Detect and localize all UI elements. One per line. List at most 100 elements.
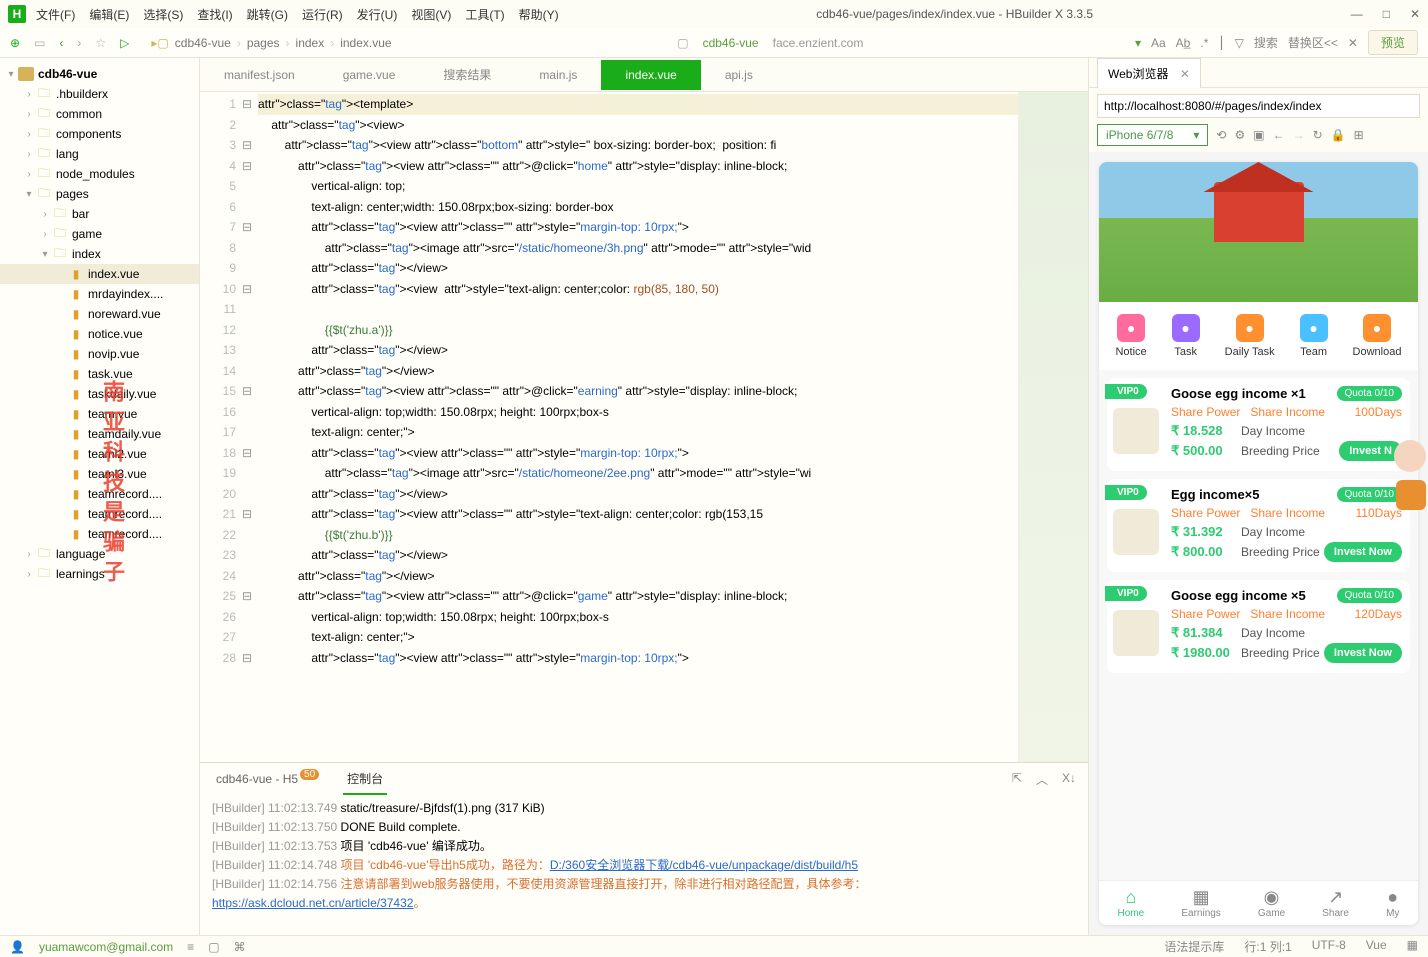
grid-icon[interactable]: ⊞: [1354, 128, 1364, 142]
tree-item[interactable]: ▮teamrecord....: [0, 504, 199, 524]
app-banner[interactable]: [1099, 162, 1418, 302]
syntax-hint[interactable]: 语法提示库: [1164, 938, 1224, 955]
crumb[interactable]: index.vue: [340, 36, 391, 50]
nav-item[interactable]: ▦Earnings: [1181, 887, 1220, 919]
app-menu-item[interactable]: ●Task: [1172, 314, 1200, 358]
preview-button[interactable]: 预览: [1368, 30, 1418, 55]
menu-item[interactable]: 查找(I): [197, 6, 232, 23]
tree-item[interactable]: ▮notice.vue: [0, 324, 199, 344]
url-input[interactable]: [1097, 94, 1420, 118]
tree-item[interactable]: ›🗀common: [0, 104, 199, 124]
ab-icon[interactable]: Ab̲: [1176, 36, 1191, 50]
maximize-icon[interactable]: □: [1383, 7, 1390, 21]
close-search-icon[interactable]: ✕: [1348, 36, 1358, 50]
forward-icon[interactable]: ›: [77, 36, 81, 50]
chevron-down-icon[interactable]: ▾: [1135, 36, 1141, 50]
code-editor[interactable]: 1234567891011121314151617181920212223242…: [200, 92, 1088, 762]
menu-item[interactable]: 视图(V): [411, 6, 451, 23]
share-power[interactable]: Share Power: [1171, 405, 1240, 419]
support-avatar[interactable]: [1394, 440, 1418, 472]
terminal-icon[interactable]: ⌘: [234, 940, 246, 954]
editor-tab[interactable]: manifest.json: [200, 60, 319, 90]
tree-item[interactable]: ›🗀bar: [0, 204, 199, 224]
export-icon[interactable]: ⇱: [1012, 771, 1022, 788]
console-output[interactable]: [HBuilder] 11:02:13.749 static/treasure/…: [200, 795, 1088, 935]
fold-gutter[interactable]: ⊟ ⊟⊟ ⊟ ⊟ ⊟ ⊟ ⊟ ⊟ ⊟: [242, 92, 258, 762]
share-income[interactable]: Share Income: [1250, 506, 1325, 520]
tree-item[interactable]: ▮teaml3.vue: [0, 464, 199, 484]
float-badge[interactable]: [1396, 480, 1418, 510]
tree-item[interactable]: ▮teamrecord....: [0, 484, 199, 504]
clear-icon[interactable]: X↓: [1062, 771, 1076, 788]
menu-item[interactable]: 工具(T): [465, 6, 504, 23]
product-card[interactable]: VIP0 Goose egg income ×1Quota 0/10 Share…: [1107, 378, 1410, 471]
screenshot-icon[interactable]: ▣: [1253, 128, 1264, 142]
editor-tab[interactable]: api.js: [701, 60, 777, 90]
tree-item[interactable]: ▮teamdaily.vue: [0, 424, 199, 444]
save-icon[interactable]: ▭: [34, 36, 45, 50]
tree-item[interactable]: ▾🗀index: [0, 244, 199, 264]
console-tab-output[interactable]: 控制台: [343, 764, 387, 795]
aa-icon[interactable]: Aa: [1151, 36, 1166, 50]
tree-item[interactable]: ▮teaml2.vue: [0, 444, 199, 464]
tree-item[interactable]: ›🗀.hbuilderx: [0, 84, 199, 104]
menu-item[interactable]: 运行(R): [302, 6, 343, 23]
regex-icon[interactable]: .*: [1200, 36, 1208, 50]
tree-item[interactable]: ›🗀node_modules: [0, 164, 199, 184]
close-tab-icon[interactable]: ✕: [1180, 67, 1190, 81]
app-menu-item[interactable]: ●Team: [1300, 314, 1328, 358]
editor-tab[interactable]: game.vue: [319, 60, 420, 90]
product-card[interactable]: VIP0 Goose egg income ×5Quota 0/10 Share…: [1107, 580, 1410, 673]
tree-item[interactable]: ›🗀game: [0, 224, 199, 244]
minimize-icon[interactable]: —: [1351, 7, 1363, 21]
lang-mode[interactable]: Vue: [1366, 938, 1387, 955]
app-menu-item[interactable]: ●Download: [1353, 314, 1402, 358]
console-tab-project[interactable]: cdb46-vue - H5: [212, 766, 323, 792]
outline-icon[interactable]: ▢: [208, 940, 219, 954]
run-icon[interactable]: ▷: [120, 36, 129, 50]
invest-button[interactable]: Invest N: [1339, 441, 1402, 461]
crumb[interactable]: cdb46-vue: [175, 36, 231, 50]
tree-item[interactable]: ›🗀learnings: [0, 564, 199, 584]
sync-icon[interactable]: 👤: [10, 940, 25, 954]
cards-list[interactable]: VIP0 Goose egg income ×1Quota 0/10 Share…: [1099, 370, 1418, 880]
crumb[interactable]: index: [296, 36, 325, 50]
nav-item[interactable]: ◉Game: [1258, 887, 1285, 919]
file-explorer[interactable]: ▾ cdb46-vue ›🗀.hbuilderx›🗀common›🗀compon…: [0, 58, 200, 935]
star-icon[interactable]: ☆: [95, 36, 106, 50]
encoding[interactable]: UTF-8: [1312, 938, 1346, 955]
editor-tab[interactable]: index.vue: [601, 60, 700, 90]
tree-item[interactable]: ▮mrdayindex....: [0, 284, 199, 304]
new-file-icon[interactable]: ⊕: [10, 36, 20, 50]
close-icon[interactable]: ✕: [1410, 7, 1420, 21]
replace-label[interactable]: 替换区<<: [1288, 34, 1338, 51]
user-email[interactable]: yuamawcom@gmail.com: [39, 940, 173, 954]
app-menu-item[interactable]: ●Notice: [1115, 314, 1146, 358]
forward-nav-icon[interactable]: →: [1293, 128, 1305, 142]
tree-item[interactable]: ›🗀components: [0, 124, 199, 144]
menu-item[interactable]: 编辑(E): [89, 6, 129, 23]
tree-item[interactable]: ▮novip.vue: [0, 344, 199, 364]
editor-tab[interactable]: main.js: [515, 60, 601, 90]
refresh-icon[interactable]: ↻: [1313, 128, 1323, 142]
menu-item[interactable]: 跳转(G): [247, 6, 288, 23]
project-label[interactable]: cdb46-vue: [703, 36, 759, 50]
invest-button[interactable]: Invest Now: [1324, 643, 1402, 663]
tree-item[interactable]: ▮team.vue: [0, 404, 199, 424]
lock-icon[interactable]: 🔒: [1331, 128, 1346, 142]
menu-item[interactable]: 发行(U): [357, 6, 398, 23]
search-label[interactable]: 搜索: [1254, 34, 1278, 51]
face-label[interactable]: face.enzient.com: [773, 36, 864, 50]
grid-status-icon[interactable]: ▦: [1407, 938, 1418, 955]
invest-button[interactable]: Invest Now: [1324, 542, 1402, 562]
share-income[interactable]: Share Income: [1250, 607, 1325, 621]
menu-item[interactable]: 帮助(Y): [519, 6, 559, 23]
rotate-icon[interactable]: ⟲: [1216, 128, 1226, 142]
app-menu-item[interactable]: ●Daily Task: [1225, 314, 1275, 358]
filter-icon[interactable]: ▽: [1235, 36, 1244, 50]
menu-item[interactable]: 文件(F): [36, 6, 75, 23]
browser-tab[interactable]: Web浏览器 ✕: [1097, 58, 1201, 88]
tree-item[interactable]: ›🗀language: [0, 544, 199, 564]
tree-item[interactable]: ▮index.vue: [0, 264, 199, 284]
device-selector[interactable]: iPhone 6/7/8▾: [1097, 124, 1208, 146]
